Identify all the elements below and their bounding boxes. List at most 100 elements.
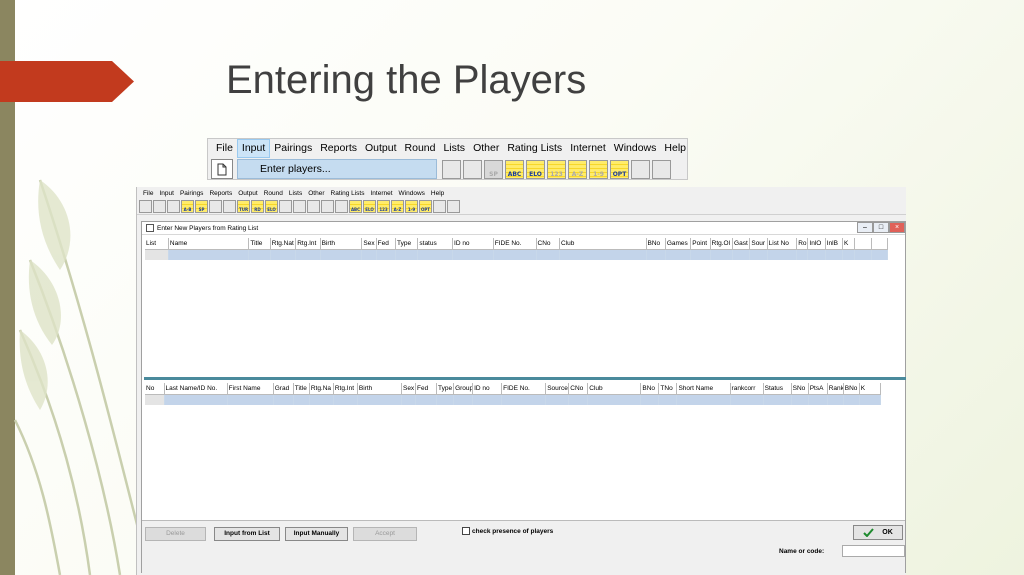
menu-other[interactable]: Other [305, 190, 327, 197]
table-cell[interactable] [676, 394, 731, 405]
column-header[interactable]: SNo [791, 383, 809, 395]
column-header[interactable]: TNo [658, 383, 678, 395]
table-cell[interactable] [453, 394, 474, 405]
column-header[interactable]: Rtg.Int [333, 383, 358, 395]
column-header[interactable]: ID no [452, 238, 494, 250]
table-cell[interactable] [501, 394, 547, 405]
table-cell[interactable] [640, 394, 660, 405]
table-cell[interactable] [168, 249, 250, 260]
table-cell[interactable] [791, 394, 809, 405]
enter-players-menu-item[interactable]: Enter players... [237, 159, 437, 179]
column-header[interactable]: List [145, 238, 169, 250]
close-button[interactable]: × [889, 222, 905, 233]
column-header[interactable]: PtsA [808, 383, 828, 395]
table-cell[interactable] [658, 394, 678, 405]
table-cell[interactable] [145, 394, 165, 405]
toolbar-button-12[interactable] [307, 200, 320, 213]
column-header[interactable]: First Name [227, 383, 274, 395]
toolbar-button-16[interactable]: ELO [363, 200, 376, 213]
table-cell[interactable] [871, 249, 889, 260]
snippet-menu-rating-lists[interactable]: Rating Lists [503, 140, 566, 157]
column-header[interactable]: Fed [376, 238, 396, 250]
snippet-menu-internet[interactable]: Internet [566, 140, 610, 157]
menu-file[interactable]: File [140, 190, 156, 197]
column-header[interactable]: CNo [536, 238, 560, 250]
toolbar-button-13[interactable] [321, 200, 334, 213]
rating-list-grid[interactable]: List Name Title Rtg.Nat Rtg.Int Birth Sex Fed Ty… [145, 238, 889, 260]
toolbar-button-20[interactable]: OPT [419, 200, 432, 213]
toolbar-button-6[interactable] [223, 200, 236, 213]
table-cell[interactable] [710, 249, 734, 260]
input-from-list-button[interactable]: Input from List [214, 527, 280, 541]
menu-output[interactable]: Output [235, 190, 261, 197]
table-cell[interactable] [295, 249, 321, 260]
new-file-button[interactable] [211, 159, 233, 179]
column-header[interactable]: K [842, 238, 856, 250]
column-header[interactable]: K [859, 383, 882, 395]
name-or-code-input[interactable] [842, 545, 905, 557]
table-cell[interactable] [452, 249, 494, 260]
column-header[interactable]: Sour [749, 238, 768, 250]
table-cell[interactable] [568, 394, 589, 405]
column-header[interactable]: Rtg.Int [295, 238, 321, 250]
column-header[interactable]: Rtg.Na [309, 383, 334, 395]
toolbar-button-5[interactable] [209, 200, 222, 213]
column-header[interactable]: Sex [401, 383, 417, 395]
minimize-button[interactable]: – [857, 222, 873, 233]
table-cell[interactable] [763, 394, 792, 405]
table-cell[interactable] [417, 249, 454, 260]
snippet-menu-other[interactable]: Other [469, 140, 503, 157]
menu-lists[interactable]: Lists [286, 190, 305, 197]
table-cell[interactable] [854, 249, 872, 260]
table-cell[interactable] [164, 394, 228, 405]
table-cell[interactable] [293, 394, 310, 405]
column-header[interactable]: Rank [827, 383, 844, 395]
column-header[interactable] [871, 238, 889, 250]
table-cell[interactable] [361, 249, 377, 260]
column-header[interactable]: Birth [357, 383, 402, 395]
table-cell[interactable] [825, 249, 844, 260]
column-header[interactable]: Gast [732, 238, 751, 250]
snippet-menu-pairings[interactable]: Pairings [270, 140, 316, 157]
table-cell[interactable] [690, 249, 711, 260]
column-header[interactable]: Grad [273, 383, 294, 395]
column-header[interactable]: ID no [472, 383, 503, 395]
table-cell[interactable] [472, 394, 503, 405]
grid-splitter[interactable] [144, 377, 906, 380]
menu-pairings[interactable]: Pairings [177, 190, 206, 197]
snippet-tool-7[interactable]: 1-9 [589, 159, 608, 179]
table-cell[interactable] [587, 394, 642, 405]
table-cell[interactable] [842, 249, 856, 260]
column-header[interactable]: status [417, 238, 454, 250]
checkbox-box[interactable] [462, 527, 470, 535]
input-manually-button[interactable]: Input Manually [285, 527, 348, 541]
table-cell[interactable] [646, 249, 666, 260]
table-cell[interactable] [227, 394, 274, 405]
menu-reports[interactable]: Reports [206, 190, 235, 197]
toolbar-button-0[interactable] [139, 200, 152, 213]
snippet-menu-windows[interactable]: Windows [610, 140, 661, 157]
table-cell[interactable] [796, 249, 809, 260]
table-cell[interactable] [415, 394, 438, 405]
column-header[interactable]: Point [690, 238, 711, 250]
snippet-tool-9[interactable] [631, 159, 650, 179]
snippet-tool-0[interactable] [442, 159, 461, 179]
toolbar-button-15[interactable]: ABC [349, 200, 362, 213]
snippet-menu-help[interactable]: Help [660, 140, 690, 157]
snippet-tool-1[interactable] [463, 159, 482, 179]
table-cell[interactable] [807, 249, 826, 260]
ok-button[interactable]: OK [853, 525, 903, 540]
table-cell[interactable] [401, 394, 417, 405]
table-cell[interactable] [436, 394, 455, 405]
snippet-menu-input[interactable]: Input [236, 139, 271, 158]
snippet-menu-round[interactable]: Round [401, 140, 440, 157]
snippet-tool-8[interactable]: OPT [610, 159, 629, 179]
table-cell[interactable] [545, 394, 570, 405]
column-header[interactable] [854, 238, 872, 250]
table-cell[interactable] [843, 394, 860, 405]
table-cell[interactable] [320, 249, 363, 260]
table-cell[interactable] [827, 394, 844, 405]
toolbar-button-11[interactable] [293, 200, 306, 213]
table-cell[interactable] [665, 249, 692, 260]
column-header[interactable]: No [145, 383, 165, 395]
